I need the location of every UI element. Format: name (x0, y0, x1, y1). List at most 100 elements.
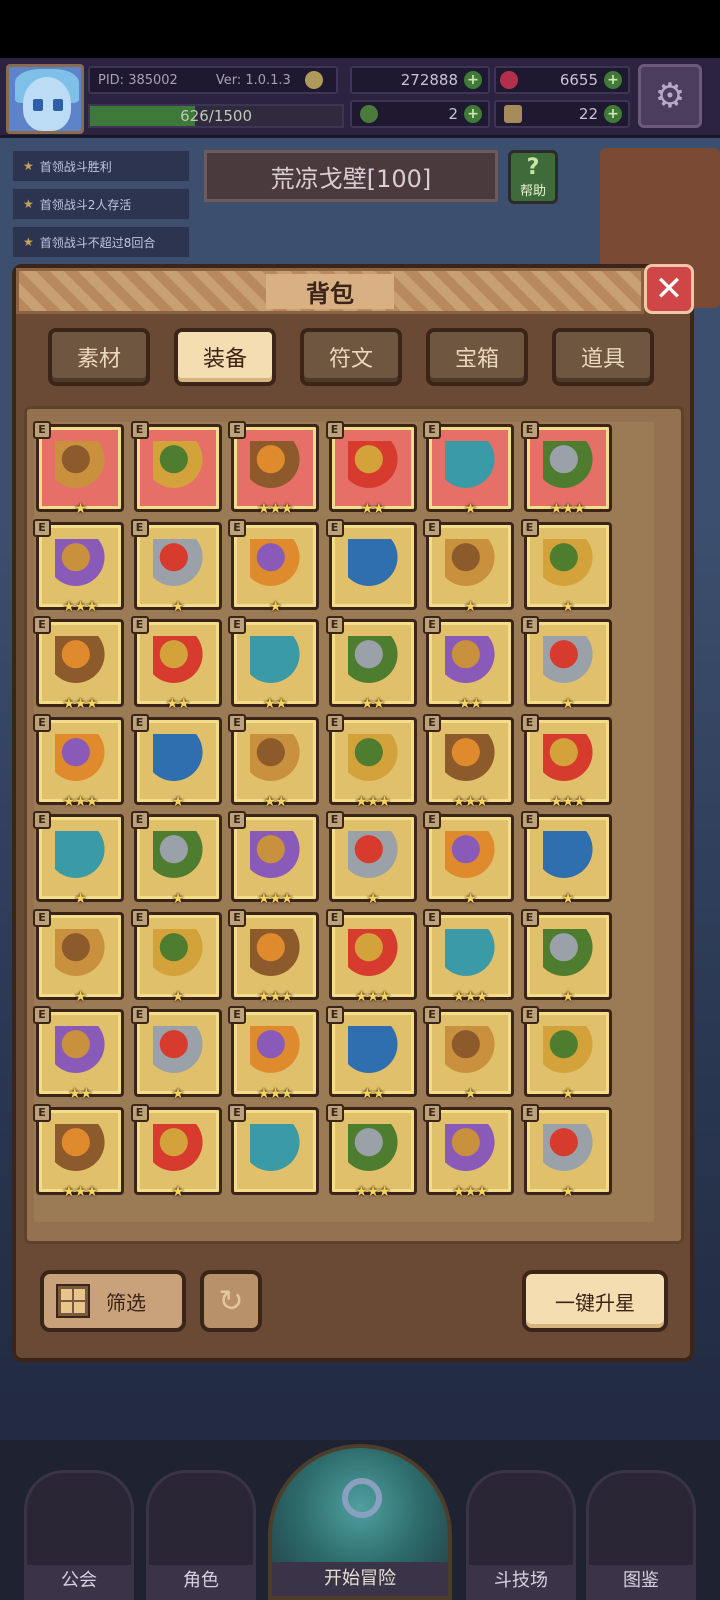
star-rating: ★★★ (355, 988, 391, 1005)
inventory-slot[interactable]: E ★ (423, 811, 514, 907)
equipment-badge: E (228, 1103, 246, 1122)
inventory-slot[interactable]: E ★ (228, 518, 319, 615)
inventory-slot[interactable]: E ★★ (325, 616, 417, 712)
inventory-slot[interactable]: E ★★★ (228, 908, 319, 1005)
add-gem-button[interactable]: + (604, 71, 622, 89)
inventory-slot[interactable]: E ★★★ (325, 1103, 417, 1200)
inventory-slot[interactable]: E ★★★ (423, 713, 514, 810)
player-avatar[interactable] (6, 64, 84, 134)
star-rating: ★ (366, 891, 380, 907)
inventory-slot[interactable]: E ★★★ (228, 811, 319, 907)
add-boots-button[interactable]: + (604, 105, 622, 123)
star-rating: ★ (561, 598, 575, 615)
inventory-slot[interactable]: E ★★★ (33, 616, 124, 712)
inventory-slot[interactable]: E ★ (520, 908, 612, 1005)
inventory-slot[interactable]: E ★ (33, 811, 124, 907)
fire-ring-icon (347, 441, 400, 493)
tab-chests[interactable]: 宝箱 (426, 328, 528, 386)
refresh-button[interactable]: ↻ (200, 1270, 262, 1332)
inventory-slot[interactable]: E (325, 518, 417, 610)
filter-button[interactable]: 筛选 (40, 1270, 186, 1332)
add-clover-button[interactable]: + (464, 105, 482, 123)
inventory-slot[interactable]: E ★★★ (33, 1103, 124, 1200)
nav-character[interactable]: 角色 (146, 1470, 256, 1600)
gold-row: 272888 + (350, 66, 490, 94)
inventory-slot[interactable]: E ★★★ (520, 713, 612, 810)
help-button[interactable]: ? 帮助 (508, 150, 558, 204)
inventory-slot[interactable]: E ★★ (325, 1006, 417, 1102)
inventory-slot[interactable]: E ★ (33, 421, 124, 517)
inventory-slot[interactable]: E ★★★ (423, 1103, 514, 1200)
inventory-slot[interactable]: E ★★★ (325, 908, 417, 1005)
equipment-badge: E (130, 908, 149, 927)
star-rating: ★★★ (62, 598, 99, 615)
tab-materials[interactable]: 素材 (48, 328, 150, 386)
equipment-badge: E (423, 1103, 441, 1122)
teal-potion-icon (55, 1026, 107, 1078)
inventory-slot[interactable]: E ★ (520, 1006, 612, 1102)
star-rating: ★ (561, 1183, 575, 1200)
star-rating: ★★★ (62, 696, 99, 712)
inventory-slot[interactable]: E ★★★ (325, 713, 417, 810)
stone-pile-icon (152, 1026, 205, 1078)
system-status-bar (0, 0, 720, 58)
equipment-badge: E (423, 908, 441, 927)
inventory-slot[interactable]: E ★ (423, 518, 514, 615)
star-rating: ★ (561, 988, 575, 1005)
inventory-slot[interactable]: E ★ (520, 1103, 612, 1200)
inventory-slot[interactable]: E ★★★ (33, 518, 124, 615)
question-icon: ? (526, 155, 540, 180)
nav-arena[interactable]: 斗技场 (466, 1470, 576, 1600)
inventory-slot[interactable]: E ★ (130, 713, 222, 810)
green-hood-icon (445, 636, 497, 688)
star-icon: ★ (23, 159, 34, 173)
inventory-slot[interactable]: E ★ (130, 1006, 222, 1102)
star-rating: ★★★ (257, 501, 294, 517)
inventory-slot[interactable]: E ★★★ (33, 713, 124, 810)
inventory-slot[interactable]: E ★ (520, 616, 612, 712)
inventory-slot[interactable]: E ★★ (228, 616, 319, 712)
inventory-slot[interactable]: E (228, 1103, 319, 1195)
tab-items[interactable]: 道具 (552, 328, 654, 386)
inventory-slot[interactable]: E ★★ (228, 713, 319, 810)
inventory-slot[interactable]: E ★★★ (228, 1006, 319, 1102)
thin-ring-icon (347, 831, 400, 883)
add-gold-button[interactable]: + (464, 71, 482, 89)
inventory-slot[interactable]: E ★★ (423, 616, 514, 712)
clover-icon (360, 105, 378, 123)
equipment-badge: E (520, 908, 539, 927)
inventory-slot[interactable]: E ★★ (33, 1006, 124, 1102)
inventory-slot[interactable]: E ★ (520, 811, 612, 907)
inventory-slot[interactable]: E ★ (325, 811, 417, 907)
location-banner[interactable]: 荒凉戈壁[100] (204, 150, 498, 202)
inventory-slot[interactable]: E ★★ (130, 616, 222, 712)
quest-item: ★ 首领战斗胜利 (12, 150, 190, 182)
inventory-slot[interactable]: E ★ (130, 908, 222, 1005)
inventory-slot[interactable]: E ★ (423, 421, 514, 517)
upgrade-all-button[interactable]: 一键升星 (522, 1270, 668, 1332)
inventory-slot[interactable]: E ★★★ (228, 421, 319, 517)
equipment-badge: E (325, 811, 344, 829)
tab-equipment[interactable]: 装备 (174, 328, 276, 386)
settings-button[interactable]: ⚙ (638, 64, 702, 128)
nav-codex[interactable]: 图鉴 (586, 1470, 696, 1600)
close-button[interactable]: ✕ (644, 264, 694, 314)
inventory-slot[interactable]: E (130, 421, 222, 512)
nav-guild[interactable]: 公会 (24, 1470, 134, 1600)
tab-runes[interactable]: 符文 (300, 328, 402, 386)
inventory-slot[interactable]: E ★ (130, 811, 222, 907)
ice-armor-icon (55, 733, 107, 786)
inventory-slot[interactable]: E ★ (130, 1103, 222, 1200)
inventory-slot[interactable]: E ★ (33, 908, 124, 1005)
inventory-slot[interactable]: E ★ (130, 518, 222, 615)
inventory-slot[interactable]: E ★ (520, 518, 612, 615)
purple-gauntlet-icon (542, 831, 595, 883)
boots-amount: 22 (578, 105, 598, 123)
star-rating: ★★★ (62, 1183, 99, 1200)
equipment-badge: E (228, 1006, 246, 1024)
inventory-slot[interactable]: E ★★ (325, 421, 417, 517)
inventory-slot[interactable]: E ★ (423, 1006, 514, 1102)
inventory-slot[interactable]: E ★★★ (423, 908, 514, 1005)
inventory-slot[interactable]: E ★★★ (520, 421, 612, 517)
iron-shield-icon (542, 1026, 595, 1078)
